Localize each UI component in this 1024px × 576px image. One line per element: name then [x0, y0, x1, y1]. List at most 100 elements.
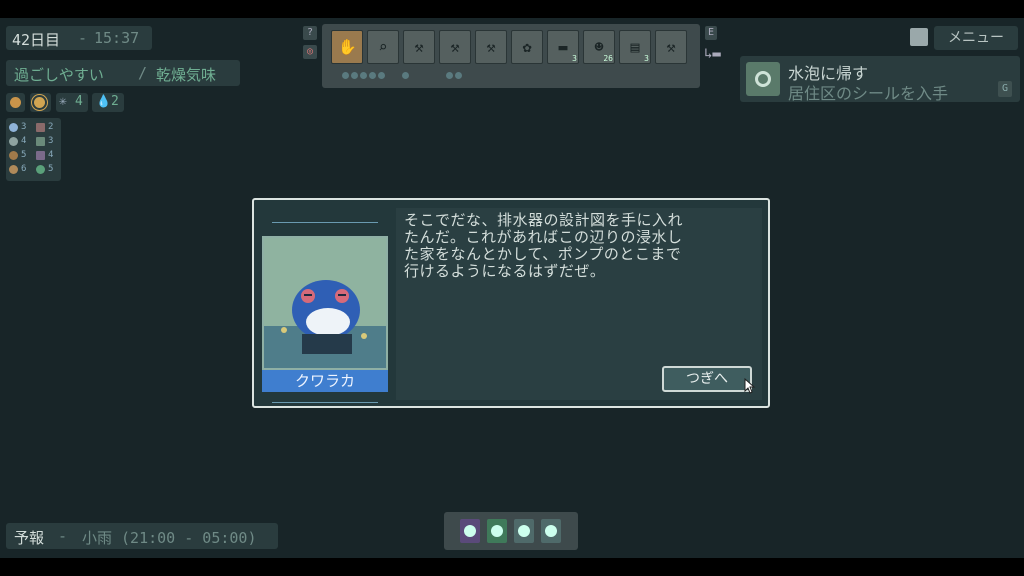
orb-icon — [9, 137, 18, 146]
stat-cold-value: 4 — [75, 94, 83, 109]
stat-chip-cold: ✳ 4 — [56, 93, 88, 112]
forecast-value: 小雨 (21:00 - 05:00) — [82, 529, 257, 547]
axe-icon: ⚒ — [414, 38, 424, 56]
page-dot — [342, 72, 349, 79]
resource-count: 5 — [21, 150, 27, 160]
condition-panel: 過ごしやすい / 乾燥気味 — [6, 60, 240, 86]
speaker-portrait — [262, 236, 388, 370]
resource-count: 6 — [21, 164, 27, 174]
quest-objective: 居住区のシールを入手 — [788, 84, 949, 103]
resource-moon: 3 — [8, 121, 33, 133]
hotbar-slot-disc[interactable] — [514, 519, 534, 543]
resource-clover: 5 — [35, 163, 60, 175]
resource-count: 3 — [48, 136, 54, 146]
speaker-name: クワラカ — [262, 370, 388, 392]
stat-chip-warmth — [6, 93, 25, 112]
panel-icon: ▤ — [630, 38, 640, 56]
condition-humidity: 乾燥気味 — [156, 66, 217, 84]
toolbar-page-dots — [342, 72, 682, 80]
water-drop-icon: 💧 — [96, 94, 111, 108]
resource-brick: 2 — [35, 121, 60, 133]
resource-stone: 6 — [8, 163, 33, 175]
hotbar-slot-moon[interactable] — [460, 519, 480, 543]
blade-icon: ▬ — [558, 38, 568, 56]
resource-grid-item: 3 — [35, 135, 60, 147]
quest-bubble-icon — [746, 62, 780, 96]
clover-icon — [36, 165, 45, 174]
toolbar-slot-shovel[interactable]: ⚒ — [475, 30, 507, 64]
swap-arrow-icon: ↳▬ — [704, 46, 721, 62]
forecast-panel: 予報 - 小雨 (21:00 - 05:00) — [6, 523, 278, 549]
toolbar-slot-hoe[interactable]: ⚒ — [439, 30, 471, 64]
mouse-cursor-icon — [744, 378, 756, 394]
stat-chip-sun — [30, 93, 51, 112]
ornament-bottom — [272, 402, 378, 411]
save-icon[interactable] — [910, 28, 928, 46]
clock-time: 15:37 — [94, 29, 140, 47]
toolbar-slot-axe[interactable]: ⚒ — [403, 30, 435, 64]
game-viewport: 42日目 - 15:37 過ごしやすい / 乾燥気味 ✳ 4 💧 2 3 2 4… — [0, 18, 1024, 558]
page-dot — [402, 72, 409, 79]
page-dot — [378, 72, 385, 79]
sun-icon — [34, 97, 45, 108]
forecast-label: 予報 — [14, 529, 45, 547]
seed-icon — [9, 151, 18, 160]
quest-tracker[interactable]: 水泡に帰す 居住区のシールを入手 G — [740, 56, 1020, 103]
hoe-icon: ⚒ — [450, 38, 460, 56]
resource-count: 4 — [48, 150, 54, 160]
toolbar-slot-panel[interactable]: ▤ 3 — [619, 30, 651, 64]
toolbar-slot-hand[interactable]: ✋ — [331, 30, 363, 64]
stat-chip-water: 💧 2 — [92, 93, 124, 112]
toolbar-slot-frog-device[interactable]: ☻ 26 — [583, 30, 615, 64]
slot-count: 26 — [603, 54, 613, 63]
page-dot — [360, 72, 367, 79]
slot-count: 3 — [644, 54, 649, 63]
slash-seal-icon — [545, 525, 557, 537]
toolbar-slot-hammer[interactable]: ⚒ — [655, 30, 687, 64]
toolbar-slot-flower[interactable]: ✿ — [511, 30, 543, 64]
brick-icon — [36, 123, 45, 132]
speaker-portrait-frame: クワラカ — [262, 218, 388, 403]
e-key-icon[interactable]: E — [705, 26, 717, 40]
dialogue-box: クワラカ そこでだな、排水器の設計図を手に入れ たんだ。これがあればこの辺りの浸… — [252, 198, 770, 408]
next-button[interactable]: つぎへ — [662, 366, 752, 392]
resource-count: 5 — [48, 164, 54, 174]
day-time-panel: 42日目 - 15:37 — [6, 26, 152, 50]
resource-grid: 3 2 4 3 5 4 6 5 — [6, 118, 61, 181]
moon-icon — [9, 123, 18, 132]
resource-orb: 4 — [8, 135, 33, 147]
page-dot — [446, 72, 453, 79]
hotbar-slot-slash[interactable] — [541, 519, 561, 543]
help-key-icon[interactable]: ? — [303, 26, 317, 40]
leaf-icon — [36, 151, 45, 160]
resource-seed: 5 — [8, 149, 33, 161]
sun-orb-icon — [10, 97, 21, 108]
toolbar-slot-magnifier[interactable]: ⌕ — [367, 30, 399, 64]
menu-button[interactable]: メニュー — [934, 26, 1018, 50]
day-separator: - — [78, 29, 88, 47]
resource-count: 2 — [48, 122, 54, 132]
target-key-icon[interactable]: ◎ — [303, 45, 317, 59]
quest-key-icon: G — [998, 81, 1012, 97]
page-dot — [369, 72, 376, 79]
forecast-separator: - — [58, 527, 68, 545]
hammer-icon: ⚒ — [666, 38, 676, 56]
dialogue-text: そこでだな、排水器の設計図を手に入れ たんだ。これがあればこの辺りの浸水し た家… — [404, 211, 684, 280]
hand-icon: ✋ — [338, 38, 357, 56]
moon-seal-icon — [464, 525, 476, 537]
snowflake-icon: ✳ — [59, 94, 67, 109]
disc-seal-icon — [518, 525, 530, 537]
hotbar-slot-plant[interactable] — [487, 519, 507, 543]
toolbar-slot-blade[interactable]: ▬ 3 — [547, 30, 579, 64]
plant-seal-icon — [491, 525, 503, 537]
stat-water-value: 2 — [111, 94, 119, 109]
condition-separator: / — [138, 64, 148, 82]
resource-leaf: 4 — [35, 149, 60, 161]
tool-toolbar: ✋ ⌕ ⚒ ⚒ ⚒ ✿ ▬ 3 ☻ 26 ▤ 3 ⚒ — [322, 24, 700, 88]
page-dot — [351, 72, 358, 79]
stone-icon — [9, 165, 18, 174]
resource-count: 3 — [21, 122, 27, 132]
magnifier-icon: ⌕ — [378, 38, 388, 56]
slot-count: 3 — [572, 54, 577, 63]
shovel-icon: ⚒ — [486, 38, 496, 56]
